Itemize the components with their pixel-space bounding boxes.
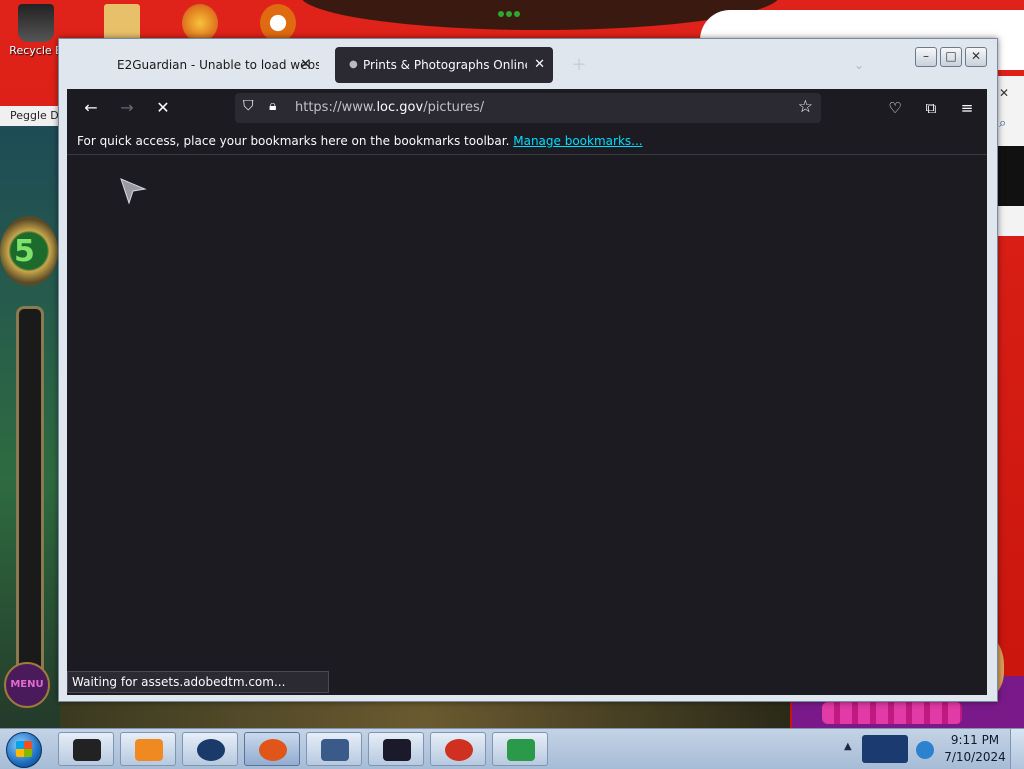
taskbar-app-keyboard[interactable] — [306, 732, 362, 766]
pocket-icon[interactable]: ♡ — [883, 97, 907, 119]
stop-loading-button[interactable]: ✕ — [151, 97, 175, 119]
desktop-icon-recycle-bin[interactable]: Recycle B — [6, 4, 66, 57]
bookmarks-toolbar: For quick access, place your bookmarks h… — [67, 127, 987, 155]
taskbar-app-monitor-icon — [383, 739, 411, 761]
clock-time: 9:11 PM — [950, 733, 1000, 747]
tab-close-icon[interactable]: ✕ — [300, 47, 311, 83]
taskbar-app-editor-icon — [507, 739, 535, 761]
browser-window[interactable]: E2Guardian - Unable to load website ✕ ● … — [58, 38, 998, 702]
taskbar-app-peggle-icon — [445, 739, 473, 761]
clock[interactable]: 9:11 PM 7/10/2024 — [944, 732, 1006, 766]
forward-button[interactable]: → — [115, 97, 139, 119]
peggle-ball-count: 5 — [14, 234, 35, 269]
windows-logo-icon — [16, 741, 32, 757]
loading-dot-icon: ● — [349, 59, 358, 70]
taskbar: ▲ 9:11 PM 7/10/2024 — [0, 728, 1024, 769]
taskbar-app-media[interactable] — [120, 732, 176, 766]
wallpaper-scene — [60, 700, 790, 728]
wallpaper-dots — [498, 6, 528, 17]
page-content[interactable]: Waiting for assets.adobedtm.com... — [67, 155, 987, 695]
vmobot-logo-text — [822, 702, 962, 724]
peggle-window-title[interactable]: Peggle D — [0, 106, 60, 126]
new-tab-button[interactable]: + — [569, 47, 589, 83]
list-all-tabs-button[interactable]: ⌄ — [849, 47, 869, 83]
tab-title: Prints & Photographs Online Catalog — [363, 58, 527, 72]
desktop-icon-label: Recycle B — [9, 44, 63, 57]
address-bar[interactable]: ⛉ 🔒︎ https://www.loc.gov/pictures/ ☆ — [235, 93, 821, 123]
taskbar-app-globe[interactable] — [182, 732, 238, 766]
clock-date: 7/10/2024 — [944, 750, 1006, 764]
peggle-window[interactable]: Peggle D 5 MENU — [0, 106, 60, 728]
navigation-toolbar: ← → ✕ ⛉ 🔒︎ https://www.loc.gov/pictures/… — [67, 89, 987, 127]
taskbar-app-peggle[interactable] — [430, 732, 486, 766]
network-icon[interactable] — [862, 735, 908, 763]
close-icon[interactable]: ✕ — [999, 86, 1009, 100]
browser-titlebar[interactable]: E2Guardian - Unable to load website ✕ ● … — [59, 39, 997, 89]
taskbar-app-1[interactable] — [58, 732, 114, 766]
system-tray — [862, 735, 942, 763]
recycle-bin-icon — [18, 4, 54, 42]
minimize-button[interactable]: – — [915, 47, 937, 67]
taskbar-app-firefox[interactable] — [244, 732, 300, 766]
app-icon — [260, 4, 296, 42]
window-close-button[interactable]: ✕ — [965, 47, 987, 67]
peggle-ball-counter: 5 — [0, 216, 58, 286]
background-window-content — [995, 146, 1024, 206]
status-panel: Waiting for assets.adobedtm.com... — [67, 671, 329, 693]
tab-title: E2Guardian - Unable to load website — [117, 58, 319, 72]
taskbar-app-firefox-icon — [259, 739, 287, 761]
app-icon — [182, 4, 218, 42]
show-desktop-button[interactable] — [1010, 729, 1024, 769]
peggle-menu-button[interactable]: MENU — [4, 662, 50, 708]
window-controls: – □ ✕ — [912, 47, 987, 67]
taskbar-app-globe-icon — [197, 739, 225, 761]
toolbar-icons: ♡ ⧉ ≡ — [871, 97, 979, 119]
background-window-edge[interactable]: ✕ ⌕ — [994, 76, 1024, 236]
taskbar-app-1-icon — [73, 739, 101, 761]
tracking-protection-shield-icon[interactable]: ⛉ — [243, 98, 259, 116]
tab-e2guardian[interactable]: E2Guardian - Unable to load website ✕ — [107, 47, 319, 83]
url-text[interactable]: https://www.loc.gov/pictures/ — [295, 93, 484, 123]
start-button[interactable] — [6, 732, 42, 768]
bookmark-star-icon[interactable]: ☆ — [798, 97, 813, 117]
tab-close-icon[interactable]: ✕ — [534, 47, 545, 83]
mouse-cursor-icon — [120, 178, 147, 205]
maximize-button[interactable]: □ — [940, 47, 962, 67]
peggle-ball-tube — [16, 306, 44, 692]
ie-icon[interactable] — [916, 741, 934, 759]
extensions-icon[interactable]: ⧉ — [919, 97, 943, 119]
folder-icon — [104, 4, 140, 42]
taskbar-app-editor[interactable] — [492, 732, 548, 766]
manage-bookmarks-link[interactable]: Manage bookmarks... — [513, 134, 642, 148]
menu-icon[interactable]: ≡ — [955, 97, 979, 119]
lock-icon[interactable]: 🔒︎ — [269, 98, 276, 114]
taskbar-app-keyboard-icon — [321, 739, 349, 761]
tab-prints-photographs[interactable]: ● Prints & Photographs Online Catalog ✕ — [335, 47, 553, 83]
taskbar-app-media-icon — [135, 739, 163, 761]
bookmarks-toolbar-message: For quick access, place your bookmarks h… — [77, 134, 510, 148]
back-button[interactable]: ← — [79, 97, 103, 119]
taskbar-app-monitor[interactable] — [368, 732, 424, 766]
search-icon[interactable]: ⌕ — [999, 116, 1006, 131]
show-hidden-icons-button[interactable]: ▲ — [844, 741, 852, 752]
